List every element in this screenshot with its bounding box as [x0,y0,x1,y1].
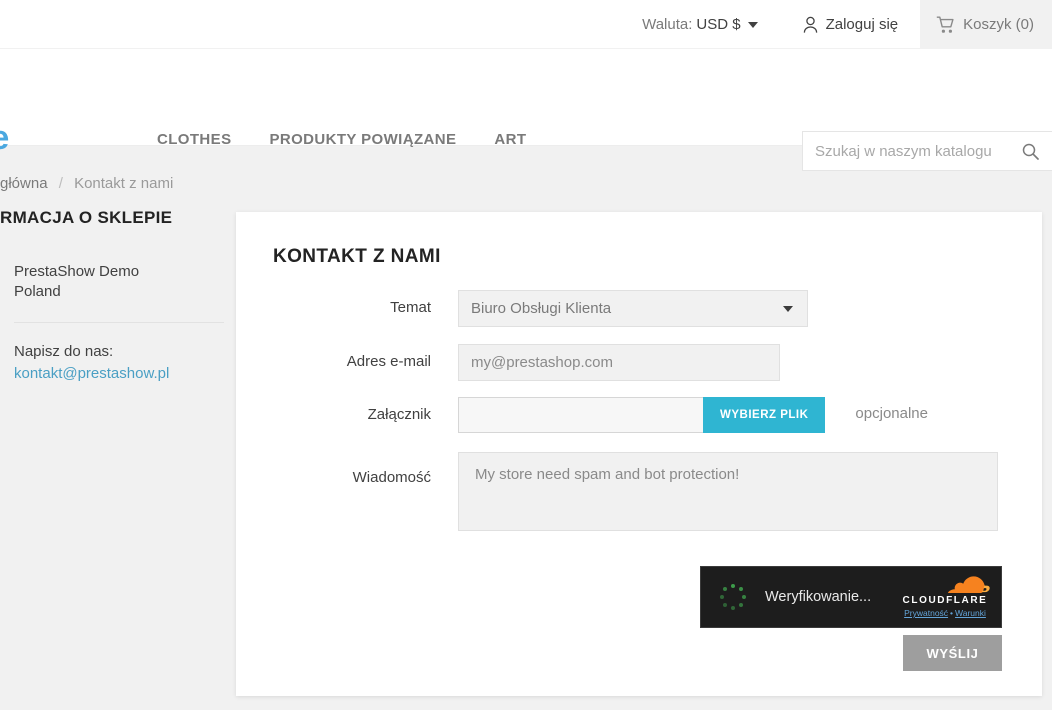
sidebar-contact-label: Napisz do nas: [14,343,114,360]
currency-value: USD $ [696,16,741,33]
sidebar-contact-block: Napisz do nas: kontakt@prestashow.pl [14,341,224,385]
email-field[interactable] [458,344,780,381]
file-picker: WYBIERZ PLIK [458,397,826,433]
main-navigation: CLOTHES PRODUKTY POWIĄZANE ART [157,131,526,148]
site-header: tore CLOTHES PRODUKTY POWIĄZANE ART [0,49,1052,171]
privacy-link[interactable]: Prywatność [904,608,948,618]
sidebar-divider [14,322,224,323]
search-box [802,131,1052,171]
sidebar-title: RMACJA O SKLEPIE [0,208,173,227]
sign-in-link[interactable]: Zaloguj się [780,0,921,49]
nav-item-produkty-powiazane[interactable]: PRODUKTY POWIĄZANE [269,131,456,148]
cloudflare-cloud-icon [899,574,991,594]
page-root: z nami Waluta: USD $ Zaloguj się [0,0,1052,710]
turnstile-legal-links: Prywatność • Warunki [899,608,991,618]
currency-label: Waluta: [642,16,693,33]
search-icon[interactable] [1013,132,1047,170]
breadcrumb: główna / Kontakt z nami [0,175,173,192]
sidebar-store-name: PrestaShow Demo [14,263,140,280]
message-label: Wiadomość [352,469,431,486]
send-button[interactable]: WYŚLIJ [903,635,1002,671]
sidebar-store-info: PrestaShow Demo Poland [14,262,214,302]
cart-icon [936,16,955,34]
file-name-display[interactable] [458,397,703,433]
sidebar-store-country: Poland [14,283,61,300]
sign-in-label: Zaloguj się [825,16,899,33]
form-row-subject: Temat Biuro Obsługi Klienta [236,290,1042,344]
form-row-message: Wiadomość [236,452,1042,548]
subject-select-value: Biuro Obsługi Klienta [471,300,612,317]
terms-link[interactable]: Warunki [955,608,986,618]
form-row-email: Adres e-mail [236,344,1042,397]
chevron-down-icon [783,305,793,312]
cloudflare-turnstile-widget[interactable]: Weryfikowanie... CLOUDFLARE Prywatność • W… [700,566,1002,628]
top-bar: z nami Waluta: USD $ Zaloguj się [0,0,1052,49]
contact-form: Temat Biuro Obsługi Klienta Adres e-mail… [236,290,1042,548]
cloudflare-wordmark: CLOUDFLARE [902,595,988,606]
nav-item-art[interactable]: ART [494,131,526,148]
cloudflare-branding: CLOUDFLARE Prywatność • Warunki [899,574,991,618]
links-separator: • [950,608,954,618]
form-row-attachment: Załącznik WYBIERZ PLIK opcjonalne [236,397,1042,452]
attachment-optional-note: opcjonalne [855,405,928,422]
nav-item-clothes[interactable]: CLOTHES [157,131,231,148]
top-bar-right: Waluta: USD $ Zaloguj się Koszyk (0) [642,0,1052,49]
cart-label: Koszyk (0) [963,16,1034,33]
user-icon [802,16,819,34]
cart-button[interactable]: Koszyk (0) [920,0,1052,49]
subject-label: Temat [390,299,431,316]
sidebar-contact-email[interactable]: kontakt@prestashow.pl [14,365,169,382]
breadcrumb-home[interactable]: główna [0,175,48,192]
email-label: Adres e-mail [346,353,431,370]
subject-select[interactable]: Biuro Obsługi Klienta [458,290,808,327]
search-input[interactable] [803,132,1013,170]
site-logo[interactable]: tore [0,119,9,157]
breadcrumb-current: Kontakt z nami [74,175,174,192]
page-title: KONTAKT Z NAMI [273,246,441,267]
message-textarea[interactable] [458,452,998,531]
currency-selector[interactable]: Waluta: USD $ [642,0,779,49]
logo-part-4: e [0,119,9,157]
turnstile-status-text: Weryfikowanie... [765,589,872,605]
choose-file-button[interactable]: WYBIERZ PLIK [703,397,826,433]
breadcrumb-separator: / [58,175,63,192]
loading-spinner-icon [720,584,746,610]
attachment-label: Załącznik [367,406,431,423]
chevron-down-icon [747,21,758,28]
